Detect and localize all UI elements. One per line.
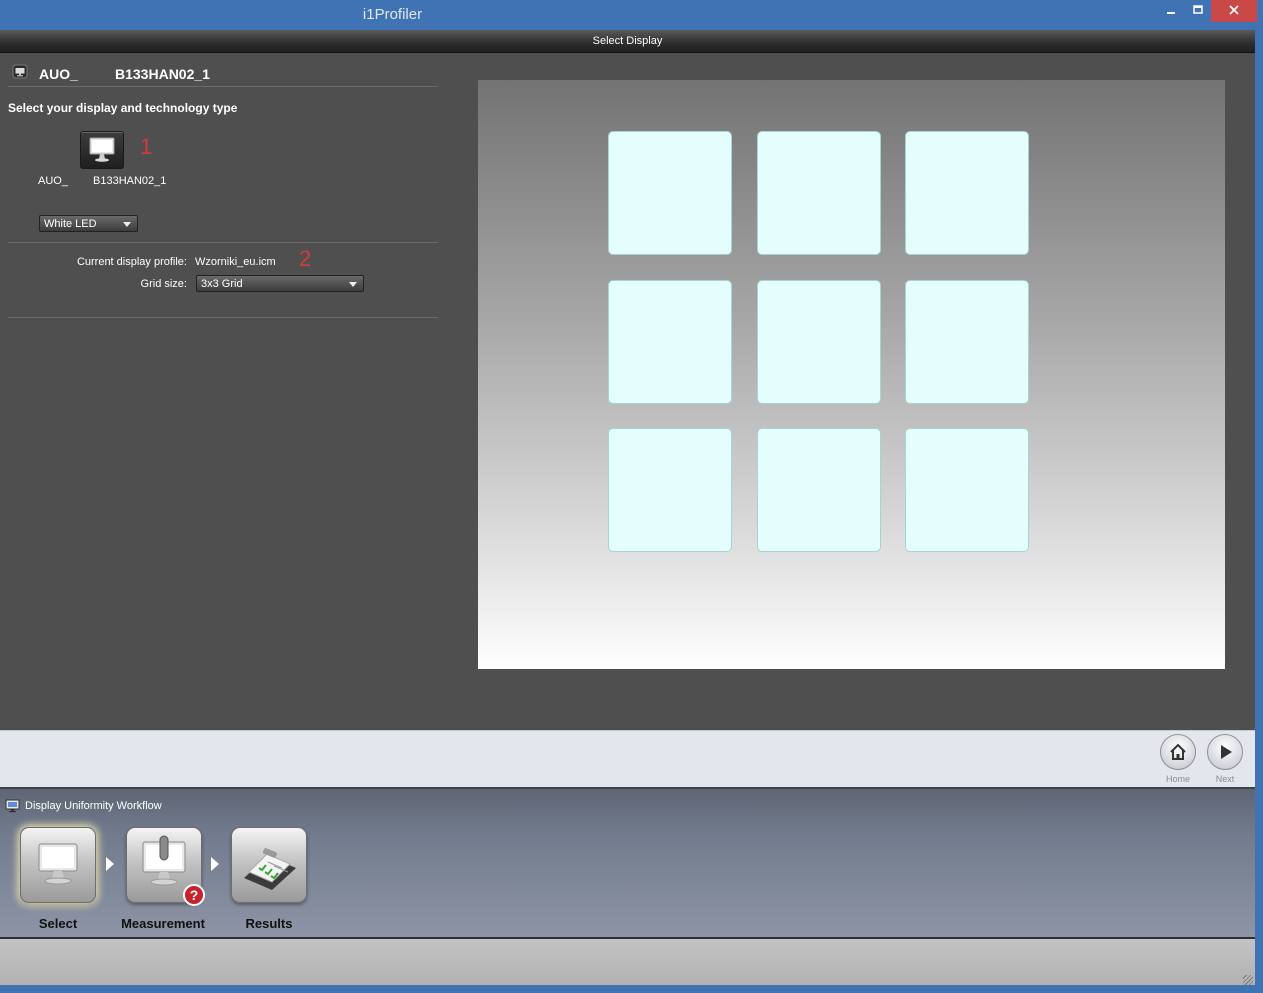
chevron-down-icon: [349, 282, 357, 287]
header-strip: Select Display: [0, 30, 1255, 53]
display-button-model: B133HAN02_1: [93, 175, 167, 187]
annotation-number: 1: [140, 134, 153, 159]
technology-dropdown[interactable]: White LED: [39, 215, 138, 232]
grid-size-selected: 3x3 Grid: [201, 278, 243, 290]
step-results[interactable]: [231, 827, 307, 903]
divider: [8, 86, 438, 87]
display-select-button[interactable]: [80, 131, 124, 169]
step-arrow: [211, 857, 219, 871]
title-bar: i1Profiler: [0, 0, 1263, 30]
minimize-icon: [1167, 12, 1175, 14]
workflow-panel: Display Uniformity Workflow Select ? Mea…: [0, 787, 1255, 939]
step-results-label: Results: [245, 916, 293, 931]
display-vendor: AUO_: [39, 66, 78, 82]
step-measurement-label: Measurement: [121, 916, 205, 931]
step-arrow: [106, 857, 114, 871]
status-bar: [0, 937, 1255, 985]
grid-size-dropdown[interactable]: 3x3 Grid: [196, 275, 364, 292]
maximize-icon: [1193, 5, 1203, 14]
grid-cell: [905, 280, 1029, 404]
resize-grip-icon[interactable]: [1243, 975, 1253, 985]
display-button-vendor: AUO_: [38, 175, 68, 187]
page-title: Select Display: [592, 35, 663, 47]
current-profile-value: Wzorniki_eu.icm: [195, 256, 276, 268]
navigation-bar: Home Next: [0, 730, 1255, 787]
grid-cell: [905, 131, 1029, 255]
display-model: B133HAN02_1: [115, 66, 210, 82]
next-label: Next: [1215, 774, 1235, 784]
app-client-area: Select Display AUO_ B133HAN02_1 Select y…: [0, 30, 1255, 985]
chevron-down-icon: [123, 222, 131, 227]
step-measurement[interactable]: ?: [126, 827, 205, 906]
close-icon: [1229, 5, 1239, 15]
home-icon: [1170, 743, 1186, 760]
window-title: i1Profiler: [362, 6, 423, 23]
grid-size-label: Grid size:: [140, 278, 187, 290]
monitor-icon: [12, 64, 28, 79]
step-select[interactable]: [20, 827, 96, 903]
section-label: Select your display and technology type: [8, 101, 238, 115]
home-button[interactable]: [1160, 734, 1196, 770]
play-icon: [1221, 745, 1232, 759]
divider: [8, 317, 438, 318]
monitor-icon: [38, 843, 78, 885]
current-profile-label: Current display profile:: [76, 256, 187, 268]
divider: [8, 242, 438, 243]
grid-cell: [608, 428, 732, 552]
clipboard-checklist-icon: [244, 848, 296, 890]
monitor-icon: [89, 137, 115, 162]
step-select-label: Select: [38, 916, 78, 931]
annotation-number: 2: [299, 246, 312, 271]
next-button[interactable]: [1207, 734, 1243, 770]
uniformity-preview: [478, 80, 1225, 669]
grid-cell: [608, 280, 732, 404]
home-label: Home: [1165, 774, 1190, 784]
warning-question-badge: ?: [183, 884, 205, 906]
grid-cell: [905, 428, 1029, 552]
grid-cell: [757, 428, 881, 552]
maximize-button[interactable]: [1184, 0, 1212, 22]
monitor-icon: [5, 799, 20, 813]
display-heading: AUO_ B133HAN02_1: [8, 63, 438, 83]
close-button[interactable]: [1211, 0, 1257, 22]
technology-selected: White LED: [44, 218, 97, 230]
grid-cell: [757, 280, 881, 404]
minimize-button[interactable]: [1157, 0, 1185, 22]
grid-cell: [757, 131, 881, 255]
workflow-title: Display Uniformity Workflow: [25, 800, 162, 812]
grid-cell: [608, 131, 732, 255]
